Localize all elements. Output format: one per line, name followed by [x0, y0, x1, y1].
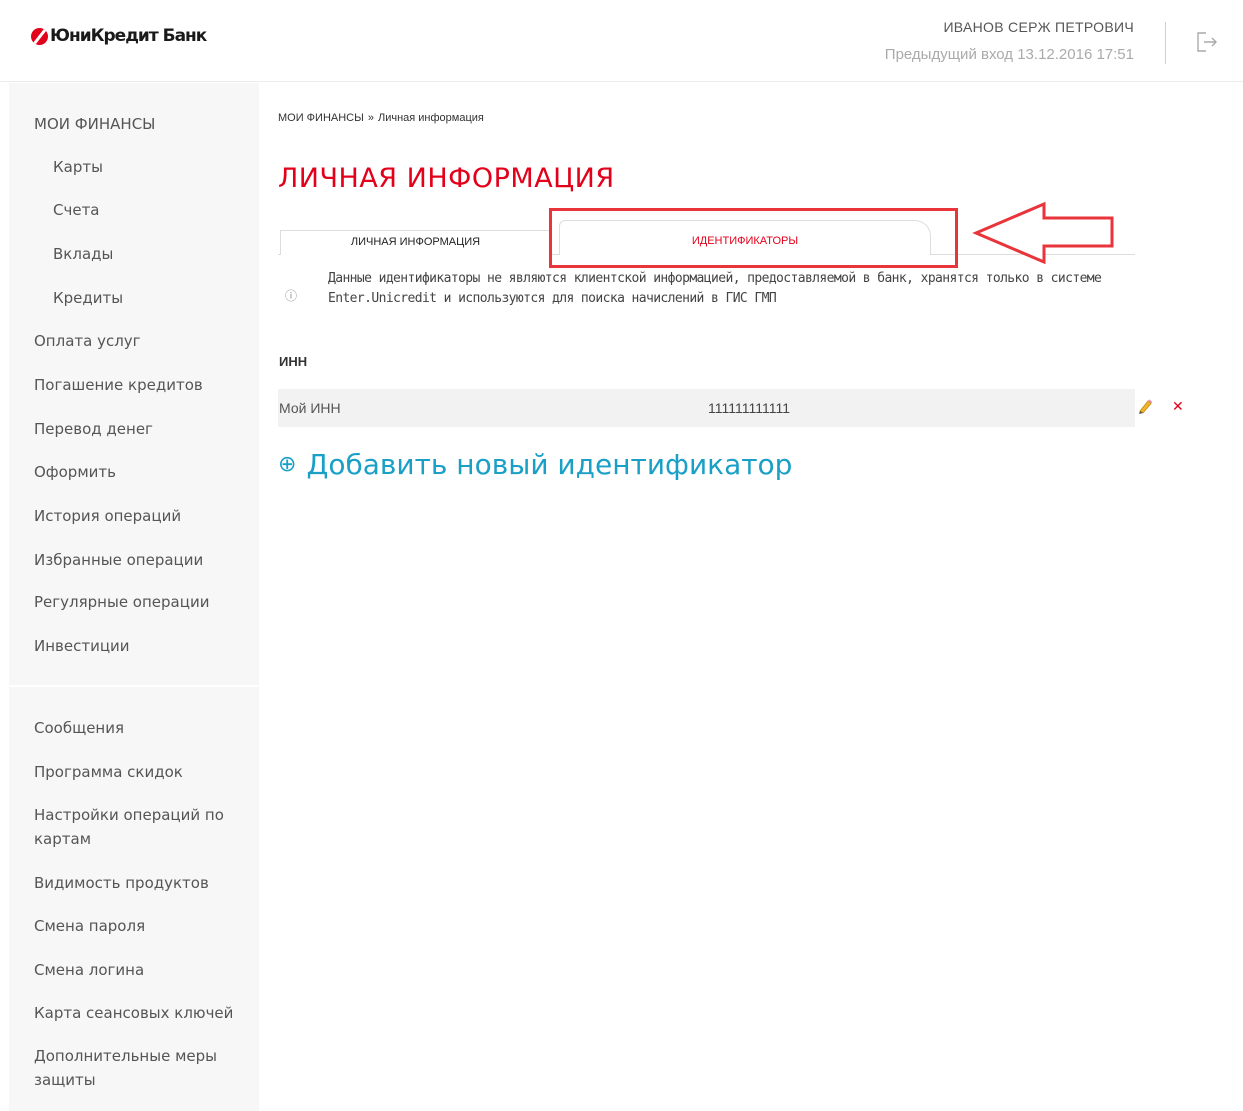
info-circle-icon: ⓘ: [285, 289, 298, 303]
unicredit-logo-icon: [31, 27, 48, 45]
sidebar-item-loan-repayment[interactable]: Погашение кредитов: [34, 376, 203, 394]
sidebar-item-messages[interactable]: Сообщения: [34, 719, 124, 737]
sidebar-item-my-finances[interactable]: МОИ ФИНАНСЫ: [34, 115, 155, 133]
sidebar-item-session-keys[interactable]: Карта сеансовых ключей: [34, 1004, 233, 1022]
annotation-highlight-box: [549, 208, 958, 268]
info-notice-text: Данные идентификаторы не являются клиент…: [328, 271, 1102, 306]
sidebar-item-payments[interactable]: Оплата услуг: [34, 332, 141, 350]
breadcrumb-separator: »: [367, 112, 374, 124]
sidebar-item-change-login[interactable]: Смена логина: [34, 961, 144, 979]
header-divider: [1165, 22, 1166, 64]
edit-pencil-icon[interactable]: [1136, 397, 1154, 415]
identifier-row: Мой ИНН 111111111111: [278, 389, 1135, 427]
logout-icon[interactable]: [1196, 31, 1218, 53]
user-name: ИВАНОВ СЕРЖ ПЕТРОВИЧ: [943, 19, 1134, 35]
sidebar-item-accounts[interactable]: Счета: [53, 201, 100, 219]
plus-circle-icon: ⊕: [278, 452, 297, 477]
bank-logo[interactable]: ЮниКредит Банк: [31, 26, 207, 46]
sidebar-item-history[interactable]: История операций: [34, 507, 181, 525]
sidebar-item-credits[interactable]: Кредиты: [53, 289, 123, 307]
identifier-value: 111111111111: [708, 400, 791, 416]
inn-section-heading: ИНН: [279, 354, 308, 369]
annotation-arrow-icon: [972, 201, 1114, 265]
sidebar-item-money-transfer[interactable]: Перевод денег: [34, 420, 153, 438]
sidebar-item-investments[interactable]: Инвестиции: [34, 637, 130, 655]
sidebar-divider: [9, 685, 259, 687]
sidebar-item-product-visibility[interactable]: Видимость продуктов: [34, 874, 209, 892]
sidebar-item-extra-security[interactable]: Дополнительные меры защиты: [34, 1044, 246, 1092]
breadcrumb: МОИ ФИНАНСЫ» Личная информация: [278, 112, 484, 124]
logo-text: ЮниКредит Банк: [50, 26, 207, 46]
sidebar: МОИ ФИНАНСЫ Карты Счета Вклады Кредиты О…: [9, 83, 259, 1111]
sidebar-item-cards[interactable]: Карты: [53, 158, 103, 176]
sidebar-item-apply[interactable]: Оформить: [34, 463, 116, 481]
page-title: ЛИЧНАЯ ИНФОРМАЦИЯ: [278, 163, 615, 194]
add-identifier-link[interactable]: ⊕ Добавить новый идентификатор: [278, 448, 792, 481]
sidebar-item-regular[interactable]: Регулярные операции: [34, 593, 209, 611]
tab-personal-info[interactable]: ЛИЧНАЯ ИНФОРМАЦИЯ: [280, 230, 550, 255]
delete-icon[interactable]: ✕: [1172, 400, 1184, 414]
breadcrumb-root[interactable]: МОИ ФИНАНСЫ: [278, 112, 364, 124]
sidebar-item-change-password[interactable]: Смена пароля: [34, 917, 145, 935]
sidebar-item-favorites[interactable]: Избранные операции: [34, 551, 203, 569]
sidebar-item-discounts[interactable]: Программа скидок: [34, 763, 183, 781]
add-identifier-label: Добавить новый идентификатор: [306, 448, 793, 481]
sidebar-item-deposits[interactable]: Вклады: [53, 245, 113, 263]
sidebar-item-card-settings[interactable]: Настройки операций по картам: [34, 803, 246, 851]
identifier-label: Мой ИНН: [279, 400, 341, 416]
last-login-info: Предыдущий вход 13.12.2016 17:51: [884, 46, 1134, 63]
top-header: ЮниКредит Банк ИВАНОВ СЕРЖ ПЕТРОВИЧ Пред…: [0, 0, 1243, 82]
breadcrumb-current: Личная информация: [377, 112, 484, 124]
